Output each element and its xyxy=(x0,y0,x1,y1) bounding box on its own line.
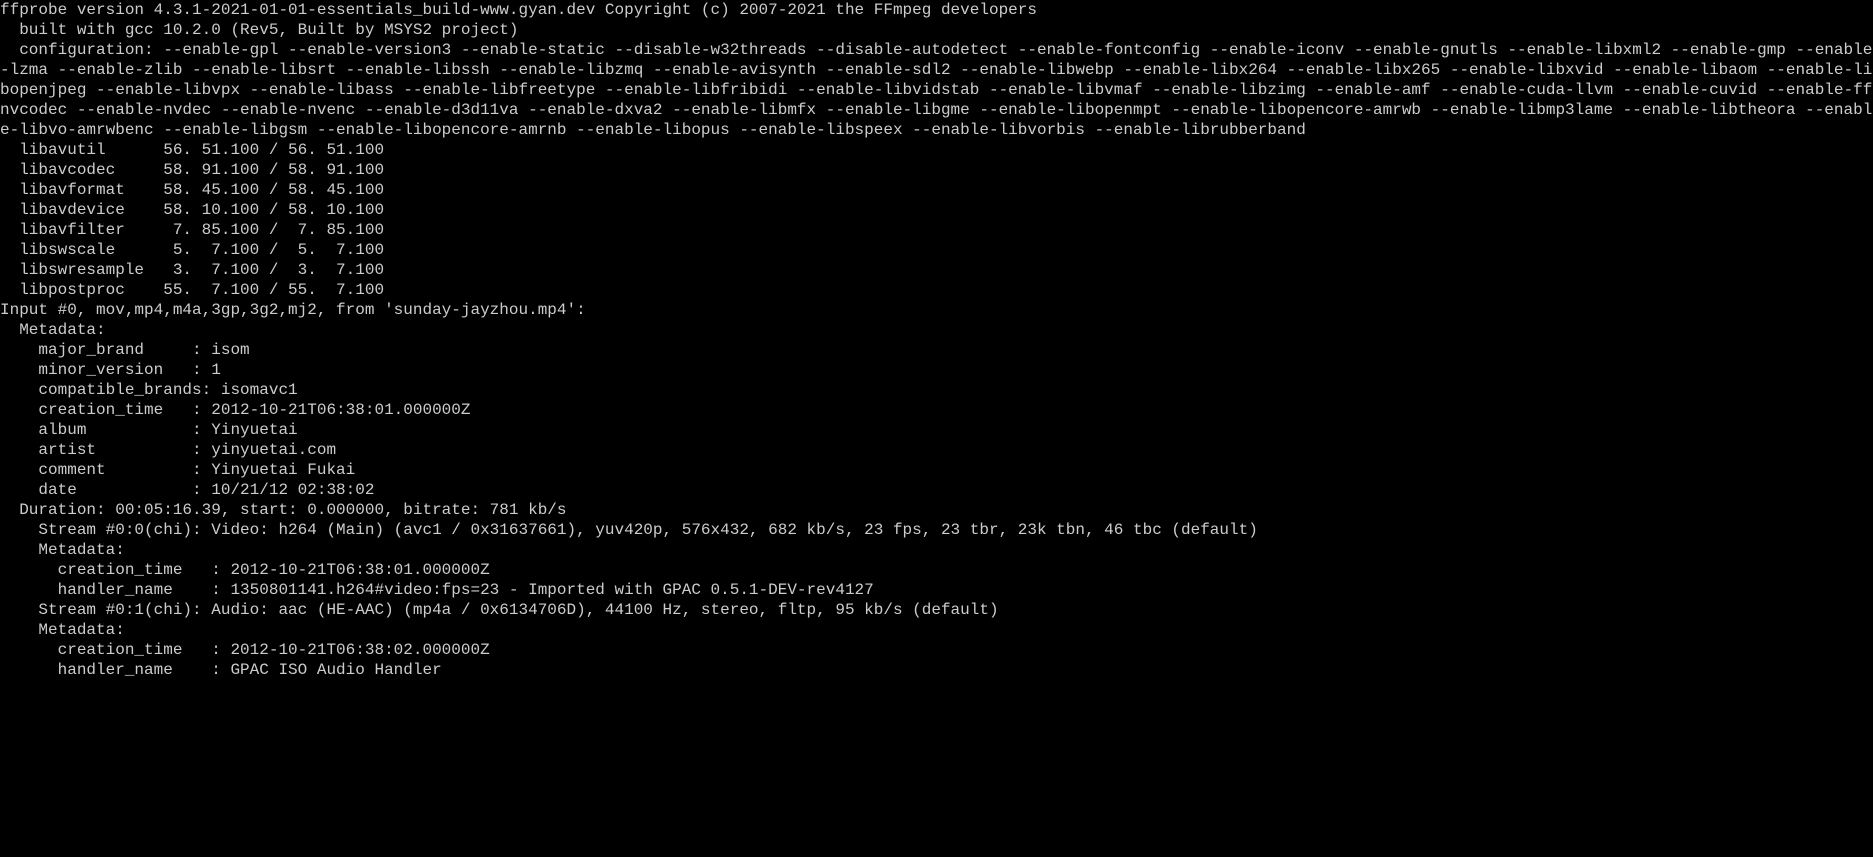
libavformat-line: libavformat 58. 45.100 / 58. 45.100 xyxy=(0,181,384,199)
terminal-output: ffprobe version 4.3.1-2021-01-01-essenti… xyxy=(0,0,1873,680)
stream1-handler-name: handler_name : GPAC ISO Audio Handler xyxy=(0,661,442,679)
meta-creation-time: creation_time : 2012-10-21T06:38:01.0000… xyxy=(0,401,470,419)
libpostproc-line: libpostproc 55. 7.100 / 55. 7.100 xyxy=(0,281,384,299)
configuration-line: configuration: --enable-gpl --enable-ver… xyxy=(0,41,1872,139)
meta-minor-version: minor_version : 1 xyxy=(0,361,221,379)
ffprobe-version-line: ffprobe version 4.3.1-2021-01-01-essenti… xyxy=(0,1,1037,19)
stream0-creation-time: creation_time : 2012-10-21T06:38:01.0000… xyxy=(0,561,490,579)
input-line: Input #0, mov,mp4,m4a,3gp,3g2,mj2, from … xyxy=(0,301,586,319)
meta-album: album : Yinyuetai xyxy=(0,421,298,439)
meta-comment: comment : Yinyuetai Fukai xyxy=(0,461,355,479)
libavcodec-line: libavcodec 58. 91.100 / 58. 91.100 xyxy=(0,161,384,179)
meta-date: date : 10/21/12 02:38:02 xyxy=(0,481,374,499)
stream1-metadata-label: Metadata: xyxy=(0,621,125,639)
libswscale-line: libswscale 5. 7.100 / 5. 7.100 xyxy=(0,241,384,259)
built-with-line: built with gcc 10.2.0 (Rev5, Built by MS… xyxy=(0,21,518,39)
meta-major-brand: major_brand : isom xyxy=(0,341,250,359)
libswresample-line: libswresample 3. 7.100 / 3. 7.100 xyxy=(0,261,384,279)
stream1-creation-time: creation_time : 2012-10-21T06:38:02.0000… xyxy=(0,641,490,659)
libavfilter-line: libavfilter 7. 85.100 / 7. 85.100 xyxy=(0,221,384,239)
stream1-header: Stream #0:1(chi): Audio: aac (HE-AAC) (m… xyxy=(0,601,999,619)
stream0-header: Stream #0:0(chi): Video: h264 (Main) (av… xyxy=(0,521,1258,539)
metadata-label: Metadata: xyxy=(0,321,106,339)
duration-line: Duration: 00:05:16.39, start: 0.000000, … xyxy=(0,501,567,519)
meta-compatible-brands: compatible_brands: isomavc1 xyxy=(0,381,298,399)
meta-artist: artist : yinyuetai.com xyxy=(0,441,336,459)
stream0-metadata-label: Metadata: xyxy=(0,541,125,559)
libavdevice-line: libavdevice 58. 10.100 / 58. 10.100 xyxy=(0,201,384,219)
stream0-handler-name: handler_name : 1350801141.h264#video:fps… xyxy=(0,581,874,599)
libavutil-line: libavutil 56. 51.100 / 56. 51.100 xyxy=(0,141,384,159)
